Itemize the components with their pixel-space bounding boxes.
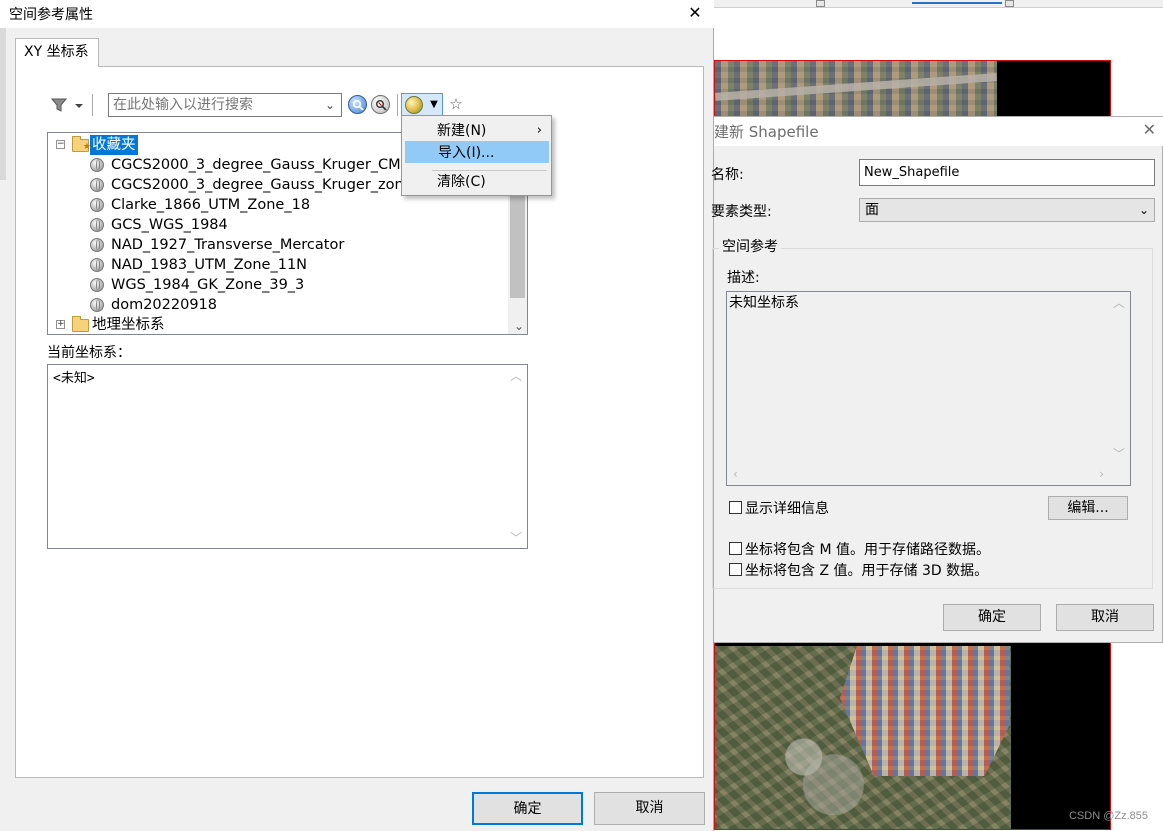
new-shapefile-dialog: 建新 Shapefile ✕ 名称: 要素类型: 面 ⌄ 空间参考 描述: 未知…: [711, 116, 1163, 643]
description-label: 描述:: [727, 270, 760, 286]
z-values-checkbox[interactable]: [729, 563, 742, 576]
chevron-down-icon[interactable]: ⌄: [321, 94, 339, 116]
imagery-city-block: [840, 646, 1010, 776]
context-menu: 新建(N) › 导入(I)... 清除(C): [401, 115, 552, 196]
name-label: 名称:: [711, 167, 744, 183]
search-icon: [352, 99, 364, 111]
name-input[interactable]: [859, 159, 1155, 186]
ok-button[interactable]: 确定: [943, 604, 1041, 631]
group-title: 空间参考: [719, 236, 781, 256]
clear-search-button[interactable]: [371, 95, 390, 114]
toolbar-dropdown[interactable]: [1005, 0, 1014, 7]
globe-icon: [90, 218, 104, 232]
menu-item-label: 导入(I)...: [438, 145, 495, 161]
menu-item-label: 新建(N): [437, 123, 487, 139]
globe-icon: [90, 158, 104, 172]
filter-button[interactable]: [49, 95, 87, 115]
globe-icon: [90, 298, 104, 312]
search-clear-icon: [376, 100, 387, 111]
tree-node-label: 地理坐标系: [92, 317, 165, 333]
add-to-favorites-star-icon[interactable]: ☆: [446, 94, 466, 114]
tree-node-label[interactable]: 收藏夹: [90, 135, 138, 155]
tree-item-label: WGS_1984_GK_Zone_39_3: [111, 277, 305, 293]
show-details-checkbox[interactable]: [729, 501, 742, 514]
feature-type-select[interactable]: 面 ⌄: [859, 198, 1155, 222]
close-icon[interactable]: ✕: [684, 1, 706, 25]
search-input[interactable]: [109, 94, 319, 116]
menu-item-import[interactable]: 导入(I)...: [405, 141, 549, 163]
scroll-down-icon[interactable]: ﹀: [510, 529, 522, 546]
scrollbar-thumb[interactable]: [510, 195, 525, 298]
folder-icon: [72, 316, 89, 332]
dialog-titlebar: 空间参考属性 ✕: [0, 0, 714, 28]
menu-item-label: 清除(C): [437, 174, 486, 190]
tab-xy-coordinate-system[interactable]: XY 坐标系: [15, 38, 99, 67]
caret-down-icon[interactable]: ▼: [426, 94, 442, 116]
dialog-titlebar: 建新 Shapefile ✕: [714, 117, 1163, 146]
tree-item-label: NAD_1927_Transverse_Mercator: [111, 237, 345, 253]
submenu-arrow-icon: ›: [536, 123, 542, 138]
ok-button[interactable]: 确定: [472, 792, 583, 825]
m-values-checkbox[interactable]: [729, 542, 742, 555]
toolbar-separator: [397, 94, 398, 116]
expand-icon[interactable]: +: [56, 320, 65, 329]
globe-icon: [90, 178, 104, 192]
current-cs-label: 当前坐标系：: [47, 345, 131, 361]
vertical-scrollbar[interactable]: ︿ ﹀: [1109, 292, 1130, 464]
collapse-icon[interactable]: −: [56, 140, 65, 149]
horizontal-scrollbar[interactable]: ‹ ›: [727, 464, 1110, 485]
tree-item-label: dom20220918: [111, 297, 218, 313]
add-coordinate-system-dropdown[interactable]: ▼: [401, 93, 443, 117]
feature-type-label: 要素类型:: [711, 204, 772, 220]
globe-icon: [90, 258, 104, 272]
description-textbox[interactable]: 未知坐标系 ︿ ﹀ ‹ ›: [726, 291, 1131, 486]
watermark: CSDN @Zz.855: [1068, 810, 1148, 822]
cancel-button[interactable]: 取消: [1056, 604, 1154, 631]
toolbar-separator: [92, 94, 93, 116]
tree-item-label: Clarke_1866_UTM_Zone_18: [111, 197, 311, 213]
tree-item-label: NAD_1983_UTM_Zone_11N: [111, 257, 308, 273]
z-values-label: 坐标将包含 Z 值。用于存储 3D 数据。: [745, 563, 989, 579]
close-icon[interactable]: ✕: [1143, 120, 1156, 139]
tree-item-label: CGCS2000_3_degree_Gauss_Kruger_CM: [111, 157, 401, 173]
tree-item-label: GCS_WGS_1984: [111, 217, 228, 233]
search-combobox[interactable]: ⌄: [108, 93, 342, 117]
feature-type-value: 面: [865, 202, 879, 218]
scroll-down-icon[interactable]: ⌄: [514, 319, 524, 333]
description-value: 未知坐标系: [729, 295, 799, 311]
chevron-down-icon[interactable]: ⌄: [1139, 199, 1149, 221]
current-cs-value: <未知>: [53, 371, 95, 386]
toolbar-blue-buttons[interactable]: [912, 0, 1002, 4]
menu-item-new[interactable]: 新建(N) ›: [405, 120, 549, 142]
scroll-right-icon[interactable]: ›: [1099, 467, 1104, 481]
cancel-button[interactable]: 取消: [594, 792, 705, 825]
spatial-reference-dialog: 空间参考属性 ✕ XY 坐标系 ⌄ ▼ ☆ − ★ 收藏夹 CGCS2000_3…: [0, 0, 714, 831]
scroll-up-icon[interactable]: ︿: [1113, 294, 1125, 311]
globe-icon: [90, 238, 104, 252]
favorites-folder-icon: ★: [72, 136, 91, 152]
toolbar-dropdown[interactable]: [816, 0, 825, 7]
search-button[interactable]: [348, 95, 367, 114]
m-values-label: 坐标将包含 M 值。用于存储路径数据。: [745, 542, 990, 558]
edit-button[interactable]: 编辑...: [1048, 496, 1128, 520]
globe-icon: [90, 278, 104, 292]
scroll-up-icon[interactable]: ︿: [510, 367, 522, 384]
globe-icon: [405, 96, 423, 114]
background-toolbar: [714, 0, 1163, 8]
dialog-title: 空间参考属性: [9, 7, 93, 23]
menu-item-clear[interactable]: 清除(C): [405, 171, 549, 193]
filter-icon: [50, 98, 83, 112]
scroll-left-icon[interactable]: ‹: [733, 467, 738, 481]
tree-item-label: CGCS2000_3_degree_Gauss_Kruger_zon: [111, 177, 404, 193]
dialog-title: 建新 Shapefile: [714, 123, 819, 141]
show-details-label: 显示详细信息: [745, 501, 829, 517]
scroll-down-icon[interactable]: ﹀: [1113, 445, 1125, 462]
globe-icon: [90, 198, 104, 212]
tree-node-geographic[interactable]: + 地理坐标系: [48, 315, 508, 334]
current-cs-textbox[interactable]: <未知> ︿ ﹀: [47, 364, 528, 549]
